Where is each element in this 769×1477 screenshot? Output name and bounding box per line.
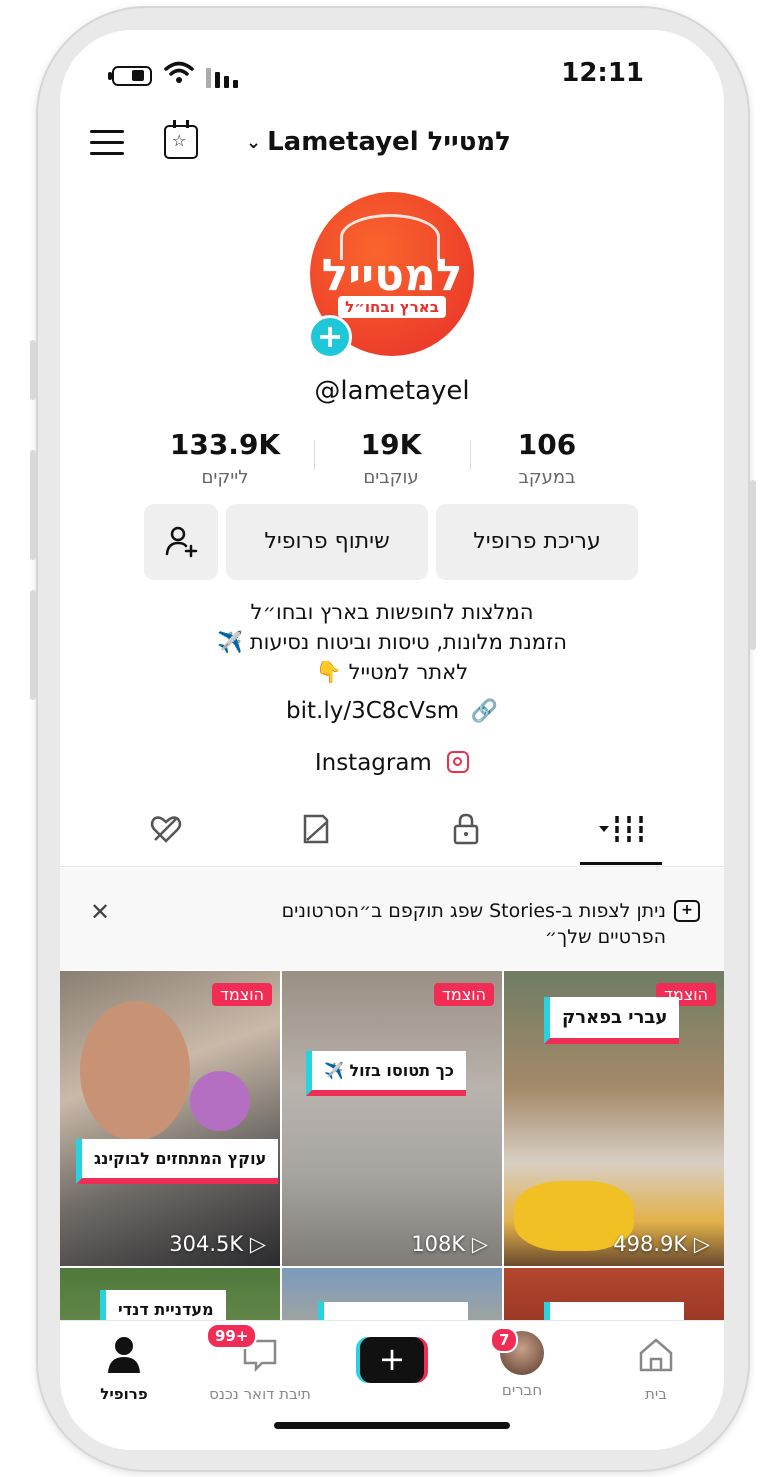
instagram-link[interactable]: Instagram [60, 750, 724, 776]
share-profile-button[interactable]: שיתוף פרופיל [226, 504, 428, 580]
person-image [80, 1001, 190, 1141]
pinned-badge: הוצמד [434, 983, 494, 1006]
add-friend-button[interactable] [144, 504, 218, 580]
plus-icon: + [360, 1337, 424, 1383]
add-user-icon [165, 526, 198, 558]
video-thumbnail[interactable]: הוצמד עברי בפארק 498.9K ▷ [504, 971, 724, 1266]
video-caption: עוקץ המתחזים לבוקינג [76, 1139, 279, 1184]
wifi-icon [164, 61, 194, 83]
account-switcher[interactable]: ⌄ Lametayel למטייל [246, 122, 511, 162]
chevron-down-icon: ⌄ [246, 131, 262, 153]
screen: 12:11 ☆ ⌄ Lametayel למטייל למטייל בארץ ו… [60, 30, 724, 1450]
bookmark-hidden-icon [303, 814, 329, 844]
view-count: 498.9K ▷ [613, 1232, 710, 1256]
nav-label: תיבת דואר נכנס [209, 1385, 311, 1403]
nav-home[interactable]: בית [606, 1335, 706, 1403]
power-button [750, 480, 756, 650]
status-time: 12:11 [561, 58, 644, 88]
bio-line: המלצות לחופשות בארץ ובחו״ל [250, 600, 534, 624]
camera-plus-icon: + [674, 900, 700, 922]
logo-subtext: בארץ ובחו״ל [338, 296, 446, 318]
nav-label: פרופיל [100, 1385, 148, 1403]
tab-private[interactable] [446, 812, 486, 852]
volume-up-button [30, 450, 36, 560]
bio-line: לאתר למטייל 👇 [315, 660, 469, 684]
grid-icon [599, 816, 643, 842]
nav-friends[interactable]: חברים [472, 1331, 572, 1399]
link-text: bit.ly/3C8cVsm [286, 698, 460, 724]
person-icon [108, 1337, 140, 1373]
view-count: 304.5K ▷ [169, 1232, 266, 1256]
stat-following[interactable]: 106 במעקב [462, 428, 632, 488]
pinned-badge: הוצמד [212, 983, 272, 1006]
active-tab-indicator [580, 862, 662, 865]
home-indicator[interactable] [274, 1422, 510, 1429]
tabs-divider [60, 866, 724, 867]
video-caption: עברי בפארק [544, 997, 680, 1044]
home-icon [639, 1338, 673, 1372]
menu-icon[interactable] [90, 130, 124, 156]
create-button[interactable]: + [356, 1337, 428, 1383]
view-count: 108K ▷ [411, 1232, 488, 1256]
tab-liked[interactable] [146, 812, 186, 852]
logo-text: למטייל [321, 250, 463, 301]
nav-label: בית [645, 1385, 667, 1403]
video-thumbnail[interactable]: הוצמד כך תטוסו בזול ✈️ 108K ▷ [282, 971, 502, 1266]
stories-banner: ✕ ניתן לצפות ב-Stories שפג תוקפם ב״הסרטו… [60, 868, 724, 970]
signal-icon [206, 66, 242, 88]
status-bar: 12:11 [60, 48, 724, 92]
add-story-icon[interactable]: + [308, 315, 352, 359]
calendar-star-icon[interactable]: ☆ [164, 120, 198, 159]
video-caption: כך תטוסו בזול ✈️ [306, 1051, 466, 1096]
account-name: Lametayel למטייל [267, 127, 511, 157]
lock-icon [453, 813, 479, 845]
nav-profile[interactable]: פרופיל [74, 1335, 174, 1403]
tab-videos[interactable] [594, 812, 654, 852]
tab-reposts[interactable] [296, 812, 336, 852]
link-icon: 🔗 [470, 699, 498, 724]
volume-down-button [30, 590, 36, 700]
friends-badge: 7 [490, 1327, 519, 1353]
close-icon[interactable]: ✕ [90, 898, 110, 926]
banner-text: ניתן לצפות ב-Stories שפג תוקפם ב״הסרטוני… [281, 900, 666, 948]
mute-switch [30, 340, 36, 400]
bottom-nav: פרופיל תיבת דואר נכנס 99+ + חברים 7 בית [60, 1320, 724, 1450]
stat-likes: 133.9K לייקים [169, 428, 281, 488]
battery-icon [108, 66, 152, 86]
edit-profile-button[interactable]: עריכת פרופיל [436, 504, 638, 580]
instagram-label: Instagram [314, 750, 432, 776]
profile-handle: @lametayel [314, 376, 470, 406]
inbox-badge: 99+ [206, 1323, 258, 1349]
nav-label: חברים [501, 1381, 543, 1399]
instagram-icon [447, 751, 470, 773]
stat-followers[interactable]: 19K עוקבים [306, 428, 476, 488]
bio-link[interactable]: bit.ly/3C8cVsm 🔗 [60, 698, 724, 724]
bio-line: הזמנת מלונות, טיסות וביטוח נסיעות ✈️ [217, 630, 567, 654]
sticker-image [190, 1071, 250, 1131]
heart-hidden-icon [150, 816, 182, 843]
video-thumbnail[interactable]: הוצמד עוקץ המתחזים לבוקינג 304.5K ▷ [60, 971, 280, 1266]
